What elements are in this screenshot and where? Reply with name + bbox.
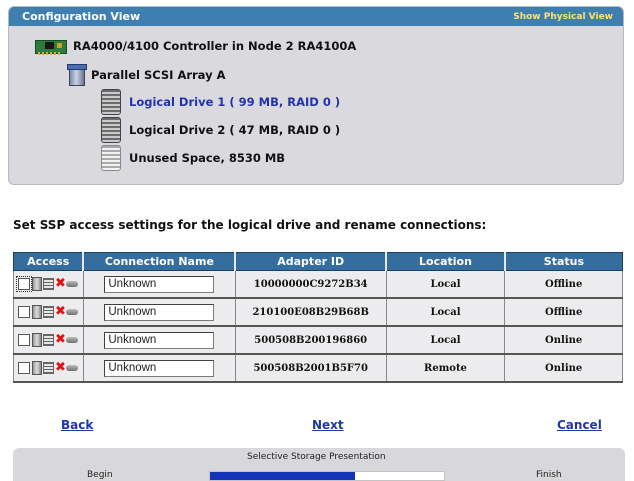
column-header-access: Access: [13, 252, 84, 271]
wizard-progress-footer: Selective Storage Presentation Begin Fin…: [13, 448, 625, 481]
back-link[interactable]: Back: [61, 418, 93, 432]
connection-name-input[interactable]: [104, 275, 215, 293]
unused-space-label: Unused Space, 8530 MB: [129, 151, 286, 165]
access-checkbox[interactable]: [16, 276, 32, 292]
array-node[interactable]: Parallel SCSI Array A: [65, 64, 226, 86]
connection-name-input[interactable]: [104, 359, 215, 377]
location-cell: Local: [385, 325, 506, 355]
logical-drive-1-label[interactable]: Logical Drive 1 ( 99 MB, RAID 0 ): [129, 95, 340, 109]
connection-name-cell: [82, 325, 236, 355]
status-cell: Online: [504, 325, 623, 355]
access-cell: ✖: [13, 297, 84, 327]
array-label: Parallel SCSI Array A: [91, 68, 226, 82]
status-cell: Offline: [504, 297, 623, 327]
access-checkbox[interactable]: [18, 306, 30, 318]
table-header-row: Access Connection Name Adapter ID Locati…: [13, 252, 623, 271]
access-cell: ✖: [13, 325, 84, 355]
disk-icon: [101, 117, 121, 143]
configuration-view-title: Configuration View: [22, 10, 141, 23]
progress-bar: [209, 471, 445, 481]
access-checkbox[interactable]: [18, 334, 30, 346]
logical-drive-1-node[interactable]: Logical Drive 1 ( 99 MB, RAID 0 ): [101, 89, 340, 115]
disconnected-connection-icon: ✖: [32, 305, 78, 319]
unused-space-node[interactable]: Unused Space, 8530 MB: [101, 145, 285, 171]
logical-drive-2-node[interactable]: Logical Drive 2 ( 47 MB, RAID 0 ): [101, 117, 340, 143]
connection-name-cell: [82, 270, 236, 299]
connections-table: Access Connection Name Adapter ID Locati…: [13, 252, 623, 383]
location-cell: Remote: [385, 353, 506, 383]
configuration-view-header: Configuration View Show Physical View: [9, 7, 623, 26]
disconnected-connection-icon: ✖: [32, 277, 78, 291]
disconnected-connection-icon: ✖: [32, 361, 78, 375]
location-cell: Local: [385, 270, 506, 299]
adapter-id-cell: 10000000C9272B34: [234, 270, 387, 299]
array-icon: [65, 64, 87, 86]
connection-name-input[interactable]: [104, 303, 215, 321]
wizard-title: Selective Storage Presentation: [247, 452, 386, 462]
status-cell: Offline: [504, 270, 623, 299]
next-link[interactable]: Next: [312, 418, 344, 432]
connection-name-input[interactable]: [104, 331, 215, 349]
column-header-connection-name: Connection Name: [82, 252, 236, 271]
table-row: ✖ 500508B200196860 Local Online: [13, 325, 623, 355]
adapter-id-cell: 500508B2001B5F70: [234, 353, 387, 383]
adapter-id-cell: 210100E08B29B68B: [234, 297, 387, 327]
connection-name-cell: [82, 297, 236, 327]
instruction-text: Set SSP access settings for the logical …: [13, 218, 487, 232]
connection-name-cell: [82, 353, 236, 383]
disconnected-connection-icon: ✖: [32, 333, 78, 347]
column-header-status: Status: [503, 252, 623, 271]
status-cell: Online: [504, 353, 623, 383]
column-header-location: Location: [385, 252, 506, 271]
adapter-id-cell: 500508B200196860: [234, 325, 387, 355]
column-header-adapter-id: Adapter ID: [234, 252, 387, 271]
cancel-link[interactable]: Cancel: [557, 418, 602, 432]
logical-drive-2-label: Logical Drive 2 ( 47 MB, RAID 0 ): [129, 123, 341, 137]
unused-disk-icon: [101, 145, 121, 171]
progress-bar-fill: [210, 472, 356, 480]
access-cell: ✖: [13, 270, 84, 299]
progress-begin-label: Begin: [87, 470, 113, 480]
table-row: ✖ 210100E08B29B68B Local Offline: [13, 297, 623, 327]
controller-icon: [35, 37, 67, 55]
location-cell: Local: [385, 297, 506, 327]
progress-finish-label: Finish: [536, 470, 562, 480]
access-checkbox[interactable]: [18, 362, 30, 374]
show-physical-view-link[interactable]: Show Physical View: [513, 12, 613, 22]
table-row: ✖ 10000000C9272B34 Local Offline: [13, 270, 623, 299]
controller-label: RA4000/4100 Controller in Node 2 RA4100A: [73, 39, 357, 53]
access-cell: ✖: [13, 353, 84, 383]
disk-icon: [101, 89, 121, 115]
table-row: ✖ 500508B2001B5F70 Remote Online: [13, 353, 623, 383]
configuration-view-panel: Configuration View Show Physical View RA…: [8, 6, 624, 185]
controller-node[interactable]: RA4000/4100 Controller in Node 2 RA4100A: [35, 37, 356, 55]
